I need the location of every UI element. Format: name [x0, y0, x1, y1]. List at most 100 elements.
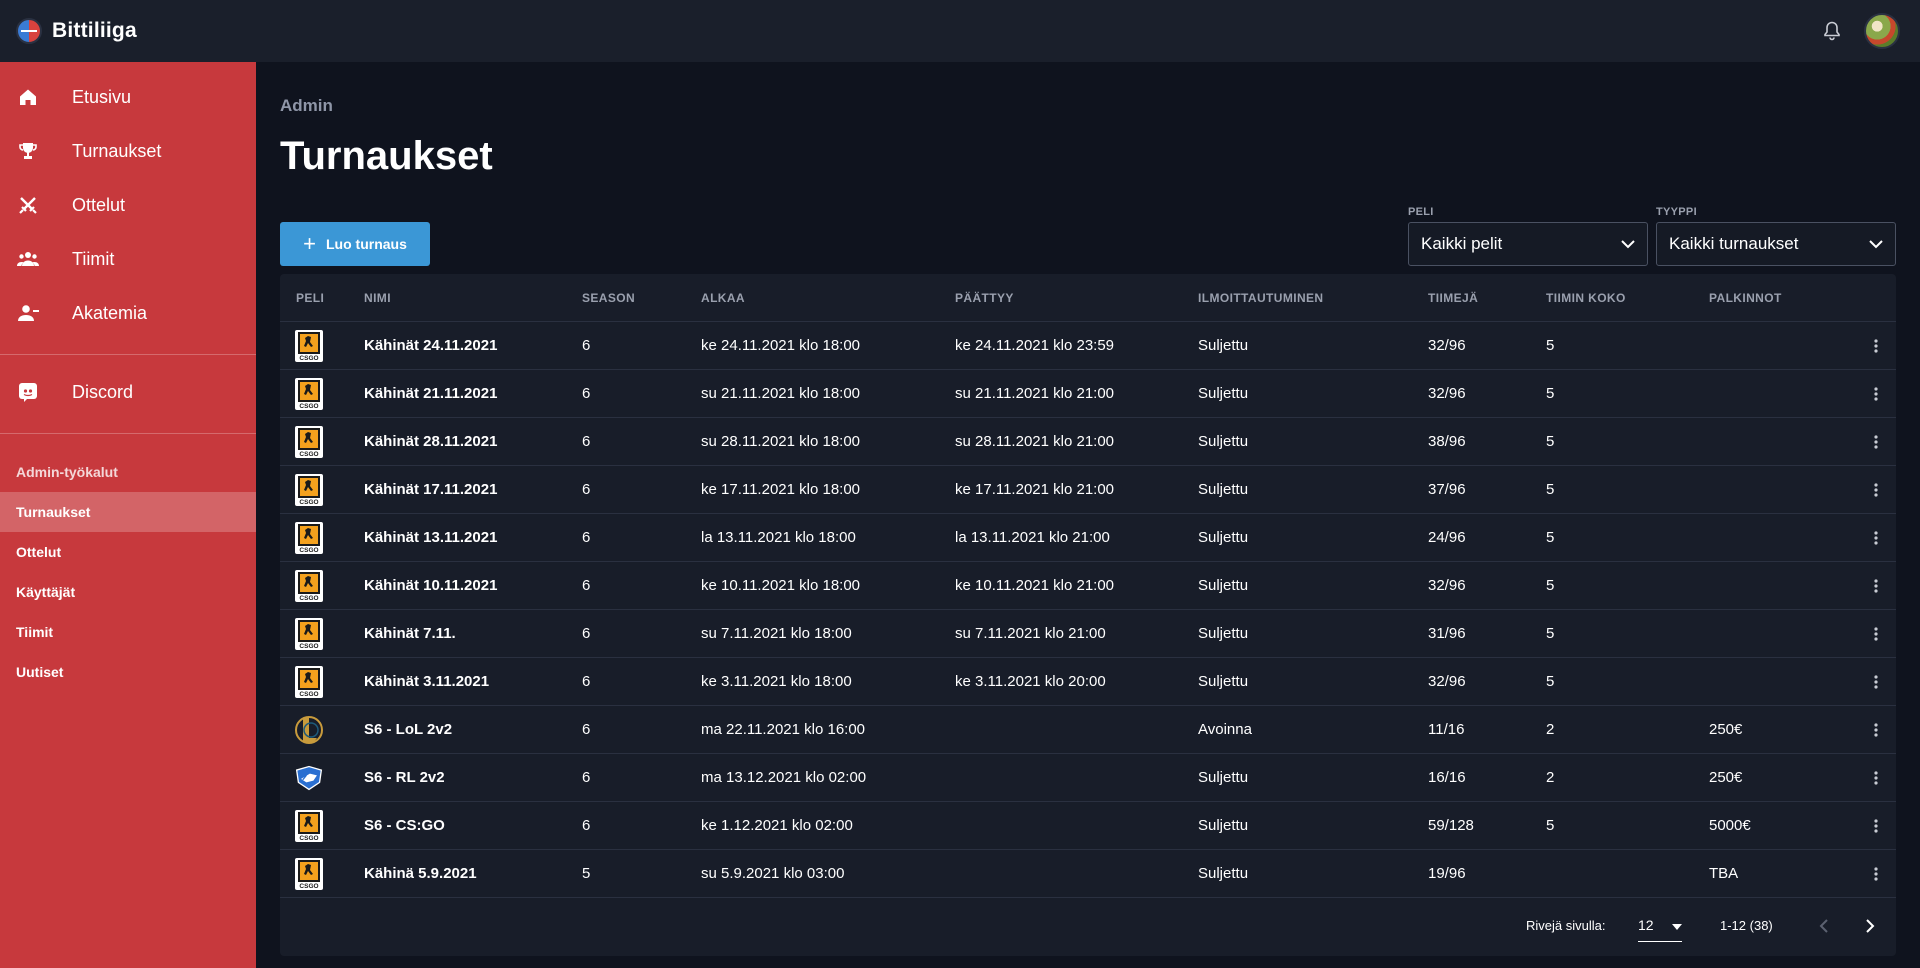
teams-cell: 38/96 — [1428, 433, 1466, 450]
more-options-icon[interactable] — [1866, 624, 1886, 644]
tournament-name[interactable]: Kähinät 3.11.2021 — [364, 673, 489, 690]
more-options-icon[interactable] — [1866, 528, 1886, 548]
end-cell: su 7.11.2021 klo 21:00 — [955, 625, 1106, 642]
sidebar-item-tiimit[interactable]: Tiimit — [0, 232, 256, 286]
registration-cell: Suljettu — [1198, 577, 1249, 594]
discord-icon — [16, 380, 40, 404]
prizes-cell: 250€ — [1709, 769, 1743, 786]
column-header-alkaa[interactable]: Alkaa — [701, 291, 745, 305]
notifications-bell-icon[interactable] — [1820, 19, 1844, 43]
column-header-palkinnot[interactable]: Palkinnot — [1709, 291, 1782, 305]
column-header-paattyy[interactable]: Päättyy — [955, 291, 1014, 305]
brand-logo — [16, 18, 42, 44]
admin-item-kayttajat[interactable]: Käyttäjät — [0, 572, 256, 612]
end-cell: la 13.11.2021 klo 21:00 — [955, 529, 1110, 546]
svg-text:CSGO: CSGO — [299, 835, 318, 842]
table-row[interactable]: S6 - LoL 2v2 6 ma 22.11.2021 klo 16:00 Avoi… — [280, 706, 1896, 754]
svg-text:CSGO: CSGO — [299, 595, 318, 602]
tournament-name[interactable]: Kähinät 28.11.2021 — [364, 433, 497, 450]
csgo-game-icon: CSGO — [294, 376, 324, 412]
sidebar-item-label: Akatemia — [72, 302, 148, 323]
end-cell: ke 24.11.2021 klo 23:59 — [955, 337, 1115, 354]
more-options-icon[interactable] — [1866, 384, 1886, 404]
tournament-name[interactable]: Kähinät 17.11.2021 — [364, 481, 497, 498]
game-filter-select[interactable]: Kaikki pelit — [1408, 222, 1648, 266]
tournament-name[interactable]: Kähinät 7.11. — [364, 625, 456, 642]
tournament-name[interactable]: Kähinät 10.11.2021 — [364, 577, 497, 594]
breadcrumb[interactable]: Admin — [280, 96, 1896, 120]
more-options-icon[interactable] — [1866, 672, 1886, 692]
column-header-season[interactable]: Season — [582, 291, 635, 305]
tournament-name[interactable]: S6 - RL 2v2 — [364, 769, 445, 786]
table-row[interactable]: CSGO Kähinät 10.11.2021 6 ke 10.11.2021 klo… — [280, 562, 1896, 610]
type-filter-select[interactable]: Kaikki turnaukset — [1656, 222, 1896, 266]
column-header-peli[interactable]: Peli — [296, 291, 324, 305]
admin-tools-header: Admin-työkalut — [16, 464, 118, 480]
more-options-icon[interactable] — [1866, 480, 1886, 500]
csgo-game-icon: CSGO — [294, 664, 324, 700]
admin-item-uutiset[interactable]: Uutiset — [0, 652, 256, 692]
season-cell: 6 — [582, 721, 591, 738]
tournament-name[interactable]: S6 - CS:GO — [364, 817, 445, 834]
sidebar-item-etusivu[interactable]: Etusivu — [0, 70, 256, 124]
sidebar-item-akatemia[interactable]: Akatemia — [0, 286, 256, 340]
team-size-cell: 5 — [1546, 337, 1555, 354]
admin-item-ottelut[interactable]: Ottelut — [0, 532, 256, 572]
create-tournament-button[interactable]: + Luo turnaus — [280, 222, 430, 266]
table-row[interactable]: CSGO Kähinät 17.11.2021 6 ke 17.11.2021 klo… — [280, 466, 1896, 514]
column-header-ilmoittautuminen[interactable]: Ilmoittautuminen — [1198, 291, 1324, 305]
table-row[interactable]: S6 - RL 2v2 6 ma 13.12.2021 klo 02:00 Sulje… — [280, 754, 1896, 802]
column-header-tiimeja[interactable]: Tiimejä — [1428, 291, 1478, 305]
sidebar-item-discord[interactable]: Discord — [0, 365, 256, 419]
more-options-icon[interactable] — [1866, 336, 1886, 356]
start-cell: su 21.11.2021 klo 18:00 — [701, 385, 861, 402]
more-options-icon[interactable] — [1866, 768, 1886, 788]
game-filter: PELI Kaikki pelit — [1408, 206, 1648, 266]
admin-item-tiimit[interactable]: Tiimit — [0, 612, 256, 652]
column-header-nimi[interactable]: Nimi — [364, 291, 391, 305]
tournament-name[interactable]: Kähinät 13.11.2021 — [364, 529, 497, 546]
game-filter-value: Kaikki pelit — [1421, 234, 1503, 253]
more-options-icon[interactable] — [1866, 576, 1886, 596]
table-row[interactable]: CSGO Kähinät 13.11.2021 6 la 13.11.2021 klo… — [280, 514, 1896, 562]
table-row[interactable]: CSGO Kähinät 21.11.2021 6 su 21.11.2021 klo… — [280, 370, 1896, 418]
sidebar-item-ottelut[interactable]: Ottelut — [0, 178, 256, 232]
next-page-button[interactable] — [1858, 914, 1882, 938]
plus-icon: + — [303, 231, 316, 256]
sidebar-item-turnaukset[interactable]: Turnaukset — [0, 124, 256, 178]
sidebar-divider — [0, 433, 256, 434]
pagination-range: 1-12 (38) — [1720, 918, 1773, 933]
tournament-name[interactable]: Kähinät 24.11.2021 — [364, 337, 497, 354]
svg-text:CSGO: CSGO — [299, 451, 318, 458]
registration-cell: Suljettu — [1198, 481, 1249, 498]
teams-cell: 19/96 — [1428, 865, 1466, 882]
tournament-name[interactable]: S6 - LoL 2v2 — [364, 721, 452, 738]
brand[interactable]: Bittiliiga — [16, 18, 137, 44]
start-cell: ma 13.12.2021 klo 02:00 — [701, 769, 867, 786]
user-avatar[interactable] — [1864, 13, 1900, 49]
table-row[interactable]: CSGO Kähinät 3.11.2021 6 ke 3.11.2021 klo 1… — [280, 658, 1896, 706]
tournament-name[interactable]: Kähinät 21.11.2021 — [364, 385, 497, 402]
team-size-cell: 2 — [1546, 769, 1555, 786]
more-options-icon[interactable] — [1866, 864, 1886, 884]
more-options-icon[interactable] — [1866, 816, 1886, 836]
column-header-tiimin-koko[interactable]: Tiimin koko — [1546, 291, 1626, 305]
rows-per-page-select[interactable]: 12 — [1638, 908, 1682, 942]
table-row[interactable]: CSGO Kähinä 5.9.2021 5 su 5.9.2021 klo 03:0… — [280, 850, 1896, 898]
type-filter-value: Kaikki turnaukset — [1669, 234, 1799, 253]
admin-item-turnaukset[interactable]: Turnaukset — [0, 492, 256, 532]
chevron-right-icon — [1866, 919, 1875, 933]
prev-page-button[interactable] — [1812, 914, 1836, 938]
table-row[interactable]: CSGO Kähinät 28.11.2021 6 su 28.11.2021 klo… — [280, 418, 1896, 466]
table-row[interactable]: CSGO Kähinät 24.11.2021 6 ke 24.11.2021 klo… — [280, 322, 1896, 370]
season-cell: 6 — [582, 577, 591, 594]
table-row[interactable]: CSGO Kähinät 7.11. 6 su 7.11.2021 klo 18:00… — [280, 610, 1896, 658]
season-cell: 5 — [582, 865, 591, 882]
tournament-name[interactable]: Kähinä 5.9.2021 — [364, 865, 477, 882]
table-header: Peli Nimi Season Alkaa Päättyy Ilmoittau… — [280, 274, 1896, 322]
table-row[interactable]: CSGO S6 - CS:GO 6 ke 1.12.2021 klo 02:00 Sul… — [280, 802, 1896, 850]
team-size-cell: 5 — [1546, 625, 1555, 642]
more-options-icon[interactable] — [1866, 432, 1886, 452]
tournaments-table: Peli Nimi Season Alkaa Päättyy Ilmoittau… — [280, 274, 1896, 956]
more-options-icon[interactable] — [1866, 720, 1886, 740]
